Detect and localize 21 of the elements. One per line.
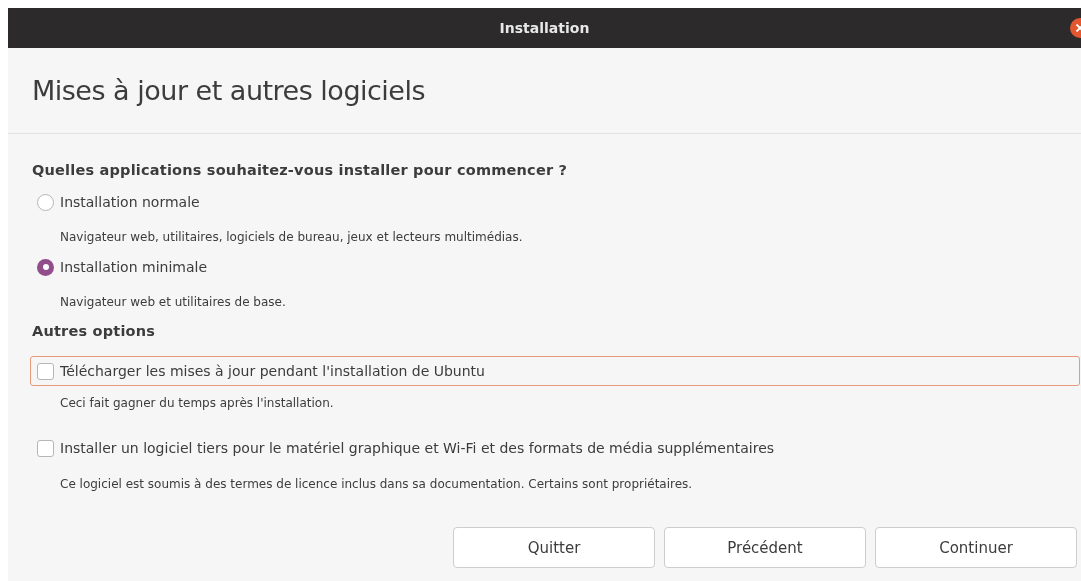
- window-title: Installation: [499, 20, 590, 36]
- checkbox[interactable]: [37, 439, 54, 457]
- radio-button[interactable]: [37, 258, 54, 276]
- dialog-button[interactable]: Continuer: [875, 527, 1077, 568]
- page-heading: Mises à jour et autres logiciels: [32, 75, 426, 106]
- section-title: Quelles applications souhaitez-vous installer pour commencer ?: [32, 162, 569, 178]
- checkbox-label[interactable]: Installer un logiciel tiers pour le matériel graphique et Wi-Fi et des formats de média supplémentaires: [60, 440, 775, 456]
- option-row[interactable]: Installer un logiciel tiers pour le matériel graphique et Wi-Fi et des formats de média supplémentaires: [32, 433, 1080, 463]
- radio-button[interactable]: [37, 193, 54, 211]
- option-description: Navigateur web et utilitaires de base.: [59, 294, 287, 311]
- radio-label[interactable]: Installation normale: [60, 194, 200, 210]
- checkbox-label[interactable]: Télécharger les mises à jour pendant l'installation de Ubuntu: [60, 363, 485, 379]
- option-description: Navigateur web, utilitaires, logiciels de bureau, jeux et lecteurs multimédias.: [59, 229, 524, 246]
- option-description: Ceci fait gagner du temps après l'installation.: [59, 395, 335, 412]
- dialog-button[interactable]: Précédent: [664, 527, 866, 568]
- section-title: Autres options: [32, 323, 157, 339]
- dialog-button[interactable]: Quitter: [453, 527, 655, 568]
- checkbox[interactable]: [37, 362, 54, 380]
- radio-label[interactable]: Installation minimale: [60, 259, 207, 275]
- option-description: Ce logiciel est soumis à des termes de licence inclus dans sa documentation. Certains sont propriétaires.: [59, 476, 694, 493]
- option-row[interactable]: Télécharger les mises à jour pendant l'installation de Ubuntu: [30, 356, 1080, 386]
